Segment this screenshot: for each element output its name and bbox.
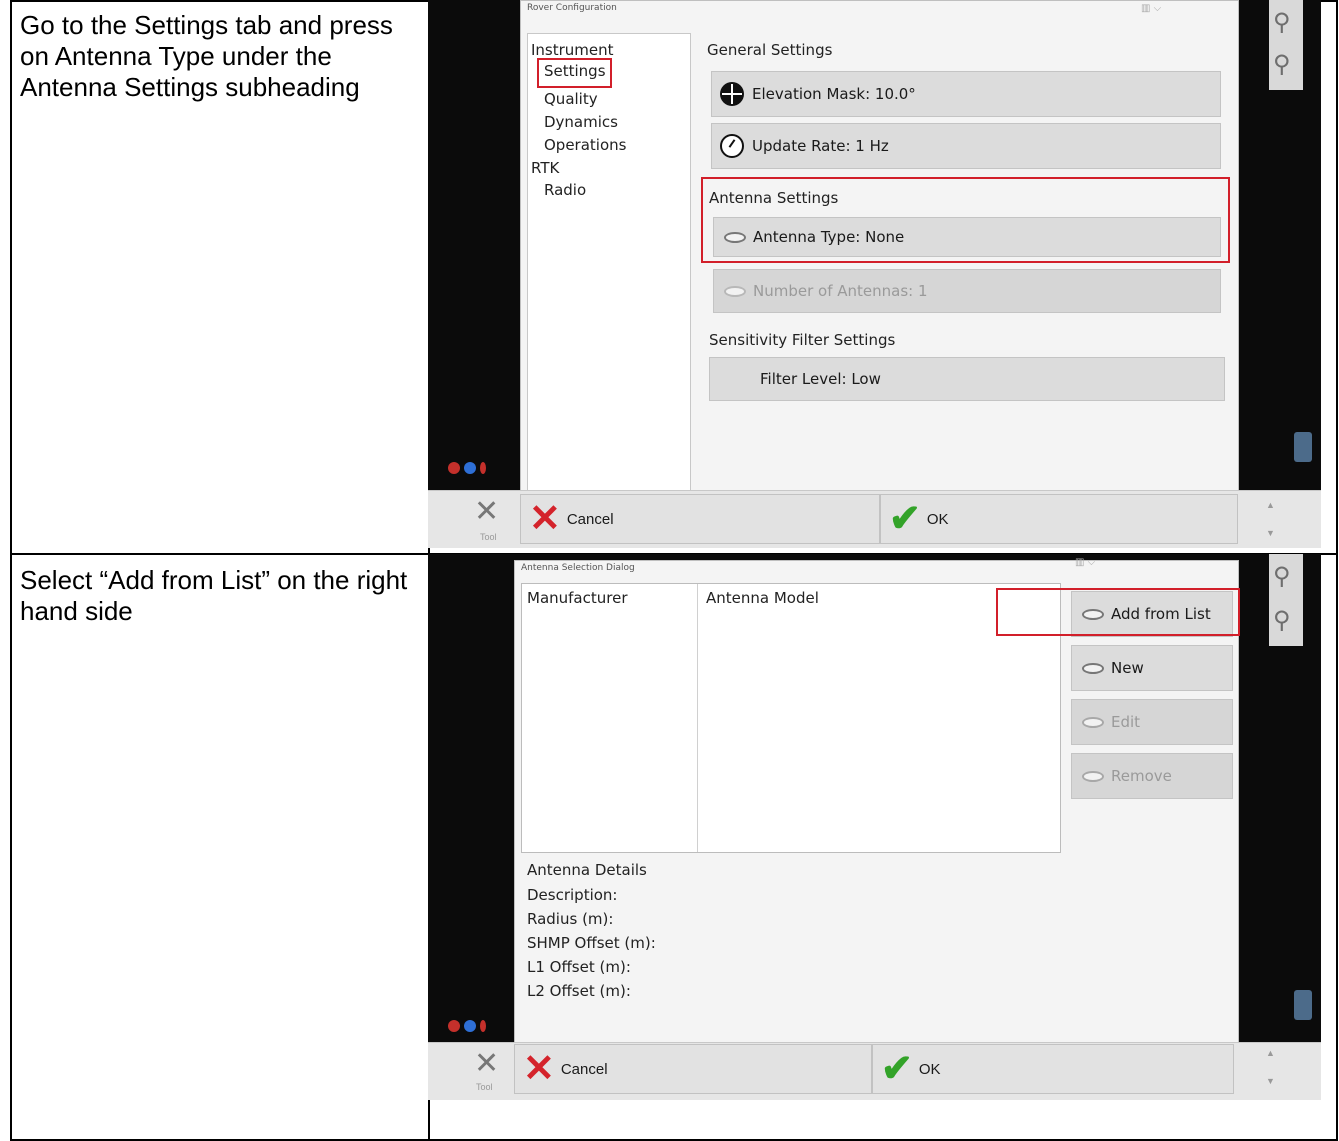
ok-button[interactable]: ✔ OK <box>872 1044 1234 1094</box>
antenna-details-heading: Antenna Details <box>527 861 647 879</box>
status-red2-icon <box>480 1020 486 1032</box>
status-icons <box>448 1020 486 1032</box>
antenna-selection-screenshot: ⚲ ⚲ Antenna Selection Dialog ▥ ⌵ Manufac… <box>428 554 1321 1100</box>
side-tab-icon[interactable] <box>1294 432 1312 462</box>
radius-label: Radius (m): <box>527 910 614 928</box>
window-controls-icon[interactable]: ▥ ⌵ <box>1075 557 1095 568</box>
tree-item-operations[interactable]: Operations <box>544 136 626 154</box>
manufacturer-column-header: Manufacturer <box>527 589 628 607</box>
edit-label: Edit <box>1111 713 1141 731</box>
column-separator <box>697 584 698 852</box>
tools-label: Tool <box>476 1082 493 1092</box>
antenna-model-column-header: Antenna Model <box>706 589 819 607</box>
antenna-edit-icon <box>1082 716 1104 728</box>
status-red-icon <box>448 1020 460 1032</box>
filter-level-button[interactable]: Filter Level: Low <box>709 357 1225 401</box>
step-1-instruction: Go to the Settings tab and press on Ante… <box>20 10 393 102</box>
update-rate-label: Update Rate: 1 Hz <box>752 137 889 155</box>
ok-label: OK <box>918 1060 941 1078</box>
cancel-button[interactable]: ✕ Cancel <box>520 494 880 544</box>
cancel-label: Cancel <box>566 510 614 528</box>
number-of-antennas-label: Number of Antennas: 1 <box>753 282 928 300</box>
green-check-icon: ✔ <box>881 1048 913 1090</box>
tree-item-radio[interactable]: Radio <box>544 181 586 199</box>
scroll-up-icon[interactable]: ▲ <box>1266 500 1275 510</box>
l1-offset-label: L1 Offset (m): <box>527 958 631 976</box>
elevation-mask-button[interactable]: Elevation Mask: 10.0° <box>711 71 1221 117</box>
status-blue-icon <box>464 462 476 474</box>
antenna-list[interactable] <box>521 583 1061 853</box>
tools-icon[interactable]: ✕ <box>474 494 499 529</box>
antenna-type-label: Antenna Type: None <box>753 228 905 246</box>
dialog-title: Antenna Selection Dialog <box>521 563 635 573</box>
side-tab-icon[interactable] <box>1294 990 1312 1020</box>
sensitivity-filter-heading: Sensitivity Filter Settings <box>709 331 896 349</box>
red-x-icon: ✕ <box>529 498 561 540</box>
description-label: Description: <box>527 886 618 904</box>
scroll-down-icon[interactable]: ▼ <box>1266 528 1275 538</box>
add-from-list-highlight-box <box>996 588 1240 636</box>
antenna-icon <box>724 231 746 243</box>
l2-offset-label: L2 Offset (m): <box>527 982 631 1000</box>
remove-button[interactable]: Remove <box>1071 753 1233 799</box>
filter-level-label: Filter Level: Low <box>760 370 881 388</box>
step-2-instruction: Select “Add from List” on the right hand… <box>20 565 408 626</box>
general-settings-heading: General Settings <box>707 41 833 59</box>
tree-item-instrument[interactable]: Instrument <box>531 41 614 59</box>
clock-icon <box>720 134 744 158</box>
globe-icon <box>720 82 744 106</box>
status-blue-icon <box>464 1020 476 1032</box>
status-red2-icon <box>480 462 486 474</box>
tools-label: Tool <box>480 532 497 542</box>
antenna-new-icon <box>1082 662 1104 674</box>
scroll-up-icon[interactable]: ▲ <box>1266 1048 1275 1058</box>
zoom-in-magnifier-icon[interactable]: ⚲ <box>1273 562 1291 591</box>
zoom-out-magnifier-icon[interactable]: ⚲ <box>1273 606 1291 635</box>
new-label: New <box>1111 659 1144 677</box>
tree-item-dynamics[interactable]: Dynamics <box>544 113 618 131</box>
dialog-title: Rover Configuration <box>527 3 617 13</box>
rover-configuration-dialog: Rover Configuration ▥ ⌵ Instrument Setti… <box>520 0 1239 548</box>
tools-icon[interactable]: ✕ <box>474 1046 499 1081</box>
update-rate-button[interactable]: Update Rate: 1 Hz <box>711 123 1221 169</box>
status-red-icon <box>448 462 460 474</box>
status-icons <box>448 462 486 474</box>
ok-label: OK <box>926 510 949 528</box>
settings-highlight-box <box>537 58 612 88</box>
zoom-out-magnifier-icon[interactable]: ⚲ <box>1273 50 1291 79</box>
tree-item-rtk[interactable]: RTK <box>531 159 559 177</box>
tree-item-quality[interactable]: Quality <box>544 90 598 108</box>
zoom-in-magnifier-icon[interactable]: ⚲ <box>1273 8 1291 37</box>
remove-label: Remove <box>1111 767 1172 785</box>
new-button[interactable]: New <box>1071 645 1233 691</box>
cancel-button[interactable]: ✕ Cancel <box>514 1044 872 1094</box>
scroll-down-icon[interactable]: ▼ <box>1266 1076 1275 1086</box>
window-controls-icon[interactable]: ▥ ⌵ <box>1141 3 1161 14</box>
red-x-icon: ✕ <box>523 1048 555 1090</box>
ok-button[interactable]: ✔ OK <box>880 494 1238 544</box>
antenna-type-button[interactable]: Antenna Type: None <box>713 217 1221 257</box>
shmp-offset-label: SHMP Offset (m): <box>527 934 656 952</box>
elevation-mask-label: Elevation Mask: 10.0° <box>752 85 916 103</box>
rover-configuration-screenshot: ⚲ ⚲ Rover Configuration ▥ ⌵ Instrument S… <box>428 0 1321 548</box>
edit-button[interactable]: Edit <box>1071 699 1233 745</box>
antenna-settings-heading: Antenna Settings <box>709 189 839 207</box>
antenna-icon <box>724 285 746 297</box>
cancel-label: Cancel <box>560 1060 608 1078</box>
number-of-antennas-button[interactable]: Number of Antennas: 1 <box>713 269 1221 313</box>
green-check-icon: ✔ <box>889 498 921 540</box>
antenna-remove-icon <box>1082 770 1104 782</box>
